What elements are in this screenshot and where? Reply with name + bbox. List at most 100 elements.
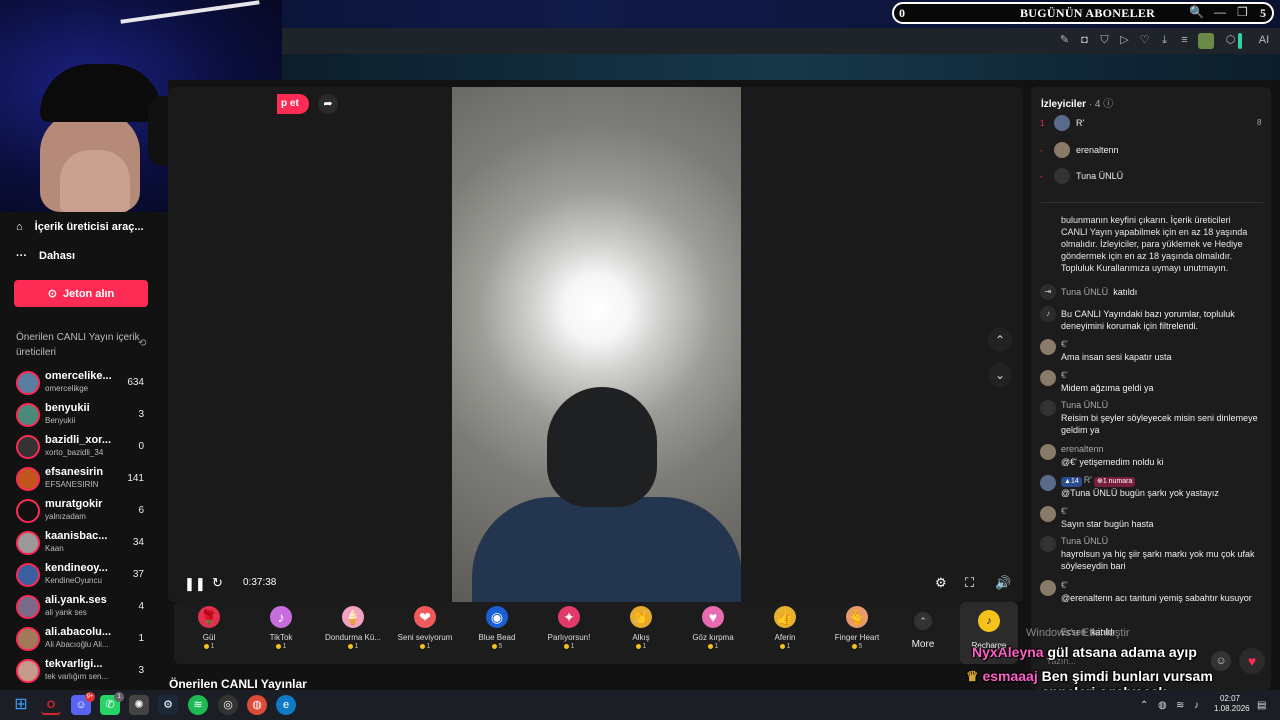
play-icon[interactable]: ▷ (1118, 34, 1131, 47)
avatar[interactable] (1198, 33, 1214, 49)
gift-label: Finger Heart (834, 633, 880, 642)
refresh-icon[interactable]: ↻ (212, 575, 223, 591)
chat-text: @Tuna ÜNLÜ bugün şarkı yok yastayız (1061, 488, 1219, 498)
menu-icon[interactable]: ≡ (1178, 34, 1191, 47)
gift-price: 1 (534, 643, 604, 650)
ai-icon[interactable]: AI (1255, 34, 1273, 47)
clock[interactable]: 02:07 1.08.2026 (1214, 694, 1250, 714)
pause-icon[interactable]: ❚❚ (184, 576, 206, 592)
opera-icon[interactable]: O (41, 695, 61, 715)
chat-message[interactable]: Tuna ÜNLÜ hayrolsun ya hiç şiir şarkı ma… (1040, 536, 1262, 576)
edit-icon[interactable]: ✎ (1058, 34, 1071, 47)
creator-item[interactable]: kaanisbac... Kaan 34 (16, 527, 150, 559)
creator-item[interactable]: bazidli_xor... xorto_bazidli_34 0 (16, 431, 150, 463)
notification-icon[interactable]: ▤ (1257, 700, 1266, 711)
suggested-creators-title: Önerilen CANLI Yayın içerik üreticileri (16, 332, 140, 358)
creator-item[interactable]: muratgokir yalnızadam 6 (16, 495, 150, 527)
camera-icon[interactable]: ◘ (1078, 34, 1091, 47)
crown-icon: ♛ (966, 668, 979, 684)
love-gift-icon: ❤ (414, 606, 436, 628)
gift-price: 5 (462, 643, 532, 650)
chat-text: @€' yetişemedim noldu ki (1061, 457, 1164, 467)
volume-icon[interactable]: ♪ (1194, 700, 1199, 711)
share-icon[interactable]: ➦ (318, 94, 338, 114)
chat-text: hayrolsun ya hiç şiir şarkı markı yok mu… (1061, 549, 1255, 571)
avatar (1040, 580, 1056, 596)
join-event: ⇥ Tuna ÜNLÜ katıldı (1040, 284, 1262, 300)
steam-icon[interactable]: ⚙ (158, 695, 178, 715)
gift-item[interactable]: ♪ TikTok 1 (246, 606, 316, 662)
wifi-icon[interactable]: ≋ (1176, 700, 1184, 711)
gift-item[interactable]: ❤ Seni seviyorum 1 (390, 606, 460, 662)
gift-item[interactable]: 🌹 Gül 1 (174, 606, 244, 662)
heart-icon[interactable]: ♡ (1138, 34, 1151, 47)
more-gifts-button[interactable]: ⌃ More (903, 606, 943, 662)
chat-user: Tuna ÜNLÜ (1061, 400, 1109, 410)
search-icon[interactable]: 🔍 (1189, 5, 1204, 19)
next-live-button[interactable]: ⌄ (988, 363, 1012, 387)
network-icon[interactable]: ◍ (1158, 700, 1167, 711)
chat-message[interactable]: €' Midem ağzıma geldi ya (1040, 370, 1262, 398)
volume-icon[interactable]: 🔊 (995, 575, 1011, 591)
creator-item[interactable]: efsanesirin EFSANESIRIN 141 (16, 463, 150, 495)
chat-user: €' (1061, 370, 1068, 380)
gift-item[interactable]: ♥ Göz kırpma 1 (678, 606, 748, 662)
chat-message[interactable]: €' Ama insan sesi kapatır usta (1040, 339, 1262, 367)
edge-icon[interactable]: e (276, 695, 296, 715)
fullscreen-icon[interactable]: ⛶ (965, 575, 974, 591)
gift-item[interactable]: 👍 Aferin 1 (750, 606, 820, 662)
avatar (1054, 168, 1070, 184)
shield-icon[interactable]: ⛉ (1098, 34, 1111, 47)
info-icon[interactable]: ⓘ (1103, 99, 1113, 110)
chat-message[interactable]: erenaltenn @€' yetişemedim noldu ki (1040, 444, 1262, 472)
settings-icon[interactable]: ⚙ (935, 575, 947, 591)
like-heart-icon[interactable]: ♥ (1239, 648, 1265, 674)
obs-icon[interactable]: ◎ (218, 695, 238, 715)
nav-label: İçerik üreticisi araç... (34, 221, 144, 233)
maximize-icon[interactable]: ❐ (1237, 5, 1248, 19)
spotify-icon[interactable]: ≋ (188, 695, 208, 715)
chat-message[interactable]: €' @erenaltenn acı tantuni yemiş sabahtı… (1040, 580, 1262, 620)
gift-label: Parlıyorsun! (547, 633, 591, 642)
viewer-row[interactable]: 1 R' (1040, 115, 1186, 131)
creator-handle: KendineOyuncu (45, 576, 102, 585)
creator-item[interactable]: ali.abacolu... Ali Abacıoğlu Ali... 1 (16, 623, 150, 655)
sidebar-icon[interactable] (1238, 33, 1242, 49)
gift-item[interactable]: 🫰 Finger Heart 5 (822, 606, 892, 662)
creator-item[interactable]: kendineoy... KendineOyuncu 37 (16, 559, 150, 591)
level-value: 14 (1070, 478, 1079, 485)
chat-message[interactable]: €' Sayın star bugün hasta (1040, 506, 1262, 534)
creator-item[interactable]: tekvarligi... tek varlığım sen... 3 (16, 655, 150, 687)
whatsapp-icon[interactable]: ✆ 1 (100, 692, 124, 715)
follow-button[interactable]: p et (277, 94, 309, 114)
creator-item[interactable]: benyukii Benyukii 3 (16, 399, 150, 431)
nav-more[interactable]: ··· Dahası (16, 246, 75, 266)
refresh-icon[interactable]: ⟲ (138, 338, 146, 349)
discord-icon[interactable]: ☺ 9+ (71, 692, 95, 715)
minimize-icon[interactable]: — (1214, 5, 1226, 19)
tray-icon[interactable]: ⌃ (1140, 700, 1148, 711)
chat-message[interactable]: ▲14 R' ⊕1 numara @Tuna ÜNLÜ bugün şarkı yo… (1040, 475, 1262, 503)
chatgpt-icon[interactable]: ✺ (129, 695, 149, 715)
get-coins-button[interactable]: ⊙ Jeton alın (14, 280, 148, 307)
windows-icon[interactable]: ⊞ (11, 695, 31, 715)
extension-icon[interactable]: ⬡ (1224, 34, 1237, 47)
previous-live-button[interactable]: ⌃ (988, 328, 1012, 352)
join-icon: ⇥ (1040, 284, 1056, 300)
viewer-row[interactable]: - Tuna ÜNLÜ (1040, 168, 1186, 184)
gift-item[interactable]: ◉ Blue Bead 5 (462, 606, 532, 662)
creator-item[interactable]: omercelike... omercelikge 634 (16, 367, 150, 399)
viewer-row[interactable]: - erenaltenn (1040, 142, 1186, 158)
viewers-header: İzleyiciler · 4 ⓘ (1041, 95, 1113, 110)
creator-item[interactable]: ali.yank.ses ali yank ses 4 (16, 591, 150, 623)
live-video[interactable] (452, 87, 741, 602)
gift-item[interactable]: 🍦 Dondurma Kü... 1 (318, 606, 388, 662)
gift-label: Seni seviyorum (397, 633, 453, 642)
nav-creator-tools[interactable]: ⌂ İçerik üreticisi araç... (16, 217, 144, 237)
chat-message[interactable]: Tuna ÜNLÜ Reisim bi şeyler söyleyecek mi… (1040, 400, 1262, 440)
download-icon[interactable]: ⤓ (1158, 34, 1171, 47)
gift-item[interactable]: 👏 Alkış 1 (606, 606, 676, 662)
gift-item[interactable]: ✦ Parlıyorsun! 1 (534, 606, 604, 662)
chrome-icon[interactable]: ◍ (247, 695, 267, 715)
viewer-name: R' (1076, 118, 1085, 128)
